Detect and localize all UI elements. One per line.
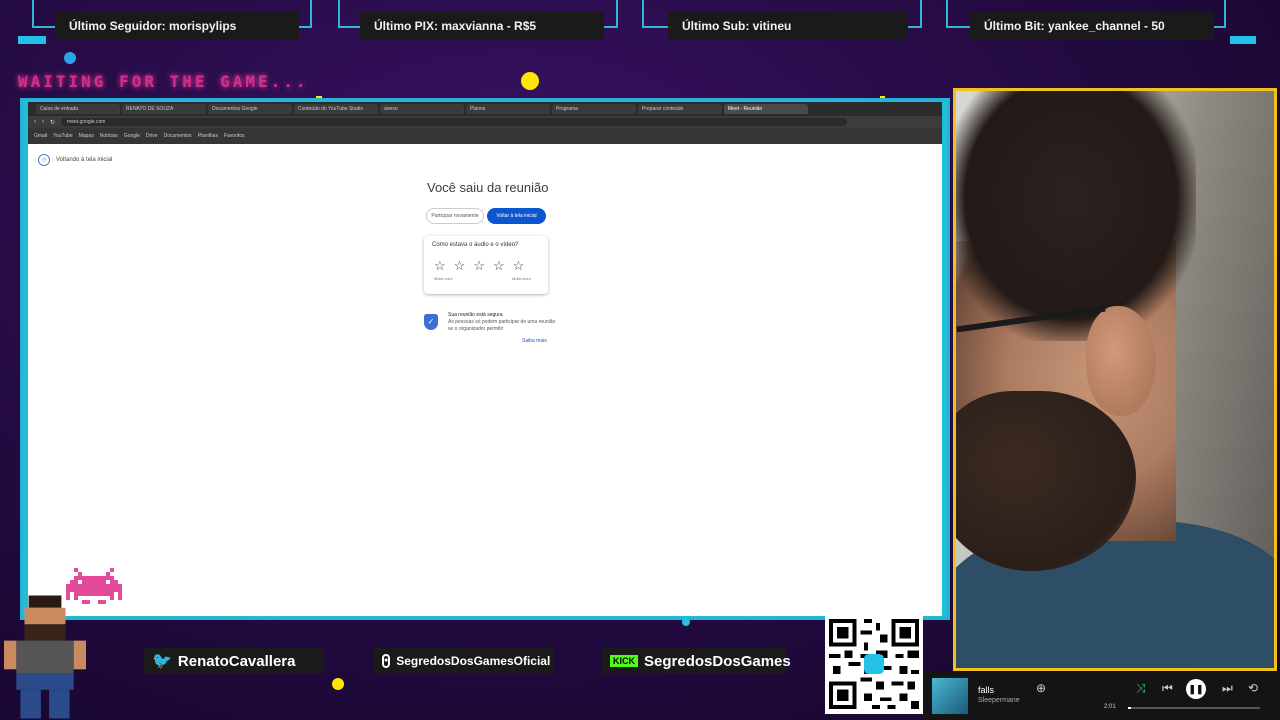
browser-tab[interactable]: anexo	[380, 104, 464, 114]
last-sub-panel: Último Sub: vitineu	[668, 12, 908, 40]
rating-low-label: Muito ruim	[434, 276, 453, 281]
play-pause-icon[interactable]: ❚❚	[1186, 679, 1206, 699]
reload-icon[interactable]: ↻	[50, 119, 55, 126]
bookmark-item[interactable]: Planilhas	[198, 133, 218, 139]
progress-fill	[1128, 707, 1131, 709]
last-bit-panel: Último Bit: yankee_channel - 50	[970, 12, 1214, 40]
album-cover	[932, 678, 968, 714]
star-icon[interactable]: ☆	[434, 258, 446, 274]
last-pix-text: Último PIX: maxvianna - R$5	[374, 19, 537, 33]
yellow-dot-deco	[332, 678, 344, 690]
next-icon[interactable]: ⏭	[1222, 681, 1233, 696]
instagram-panel: ● SegredosDosGamesOficial	[374, 648, 554, 674]
webcam-hair	[956, 91, 1196, 341]
progress-bar[interactable]	[1128, 707, 1260, 709]
star-icon[interactable]: ☆	[454, 258, 466, 274]
learn-more-link[interactable]: Saiba mais	[522, 338, 547, 344]
waiting-for-game-text: WAITING FOR THE GAME...	[18, 72, 309, 91]
bookmarks-bar: Gmail YouTube Mapas Notícias Google Driv…	[28, 128, 942, 144]
forward-icon[interactable]: ›	[42, 119, 44, 125]
browser-tab[interactable]: Preparar conteúdo	[638, 104, 722, 114]
browser-tab[interactable]: Planos	[466, 104, 550, 114]
bookmark-item[interactable]: Documentos	[164, 133, 192, 139]
previous-icon[interactable]: ⏮	[1162, 681, 1173, 696]
last-pix-panel: Último PIX: maxvianna - R$5	[360, 12, 604, 40]
browser-tab[interactable]: RENATO DE SOUZA	[122, 104, 206, 114]
bookmark-item[interactable]: Notícias	[100, 133, 118, 139]
elapsed-time: 2:01	[1104, 704, 1116, 710]
webcam-feed	[953, 88, 1277, 671]
music-player: falls Sleepermane ⊕ ⤨ ⏮ ❚❚ ⏭ ⟲ 2:01	[924, 672, 1280, 720]
browser-tab[interactable]: Conteúdo do YouTube Studio	[294, 104, 378, 114]
left-meeting-title: Você saiu da reunião	[427, 180, 549, 195]
instagram-handle: SegredosDosGamesOficial	[396, 654, 551, 668]
rating-high-label: Muito bom	[512, 276, 531, 281]
bookmark-item[interactable]: Favoritos	[224, 133, 245, 139]
cyan-deco	[1230, 36, 1256, 44]
livepix-qr-code[interactable]	[825, 614, 923, 714]
track-artist: Sleepermane	[978, 697, 1020, 704]
rating-question: Como estava o áudio e o vídeo?	[432, 242, 519, 248]
qr-url-label: livepix.gg/segredosdosgames	[826, 602, 919, 609]
address-bar[interactable]: meet.google.com	[61, 118, 848, 126]
bookmark-item[interactable]: YouTube	[53, 133, 73, 139]
twitter-handle: RenatoCavallera	[177, 652, 296, 670]
rating-stars: ☆ ☆ ☆ ☆ ☆	[434, 258, 524, 274]
return-home-button[interactable]: Voltar à tela inicial	[487, 208, 546, 224]
repeat-icon[interactable]: ⟲	[1248, 681, 1258, 695]
last-sub-text: Último Sub: vitineu	[682, 19, 792, 33]
browser-toolbar: ‹ › ↻ meet.google.com	[28, 116, 942, 128]
meet-countdown-icon: ◷	[38, 154, 50, 166]
star-icon[interactable]: ☆	[493, 258, 505, 274]
browser-tab[interactable]: Caixa de entrada	[36, 104, 120, 114]
meet-page: ◷ Voltando à tela inicial Você saiu da r…	[28, 144, 942, 616]
qr-code-image	[825, 615, 923, 713]
last-follower-panel: Último Seguidor: morispylips	[55, 12, 299, 40]
bookmark-item[interactable]: Mapas	[79, 133, 94, 139]
rejoin-button[interactable]: Participar novamente	[426, 208, 484, 224]
bookmark-item[interactable]: Drive	[146, 133, 158, 139]
blue-dot-deco	[64, 52, 76, 64]
shuffle-icon[interactable]: ⤨	[1136, 681, 1146, 696]
browser-tabstrip: Caixa de entrada RENATO DE SOUZA Documen…	[28, 102, 942, 116]
last-bit-text: Último Bit: yankee_channel - 50	[984, 19, 1165, 33]
pixel-character-sprite	[4, 595, 86, 719]
kick-handle: SegredosDosGames	[644, 652, 791, 670]
instagram-icon: ●	[382, 654, 391, 668]
back-icon[interactable]: ‹	[34, 119, 36, 125]
return-text: Voltando à tela inicial	[56, 157, 113, 163]
kick-panel: KICK SegredosDosGames	[602, 648, 791, 674]
browser-window: Caixa de entrada RENATO DE SOUZA Documen…	[28, 102, 942, 616]
star-icon[interactable]: ☆	[513, 258, 525, 274]
meet-header: ◷ Voltando à tela inicial	[38, 154, 112, 166]
security-body: As pessoas só podem participar de uma re…	[448, 319, 556, 332]
bookmark-item[interactable]: Gmail	[34, 133, 47, 139]
security-title: Sua reunião está segura	[448, 312, 503, 318]
webcam-ear	[1086, 306, 1156, 416]
cyan-dot-deco	[682, 618, 690, 626]
bookmark-item[interactable]: Google	[124, 133, 140, 139]
last-follower-text: Último Seguidor: morispylips	[69, 19, 237, 33]
browser-tab-active[interactable]: Meet - Reunião	[724, 104, 808, 114]
browser-tab[interactable]: Documentos Google	[208, 104, 292, 114]
kick-logo-icon: KICK	[610, 655, 638, 667]
twitter-panel: 🐦 RenatoCavallera	[144, 648, 324, 674]
twitter-bird-icon: 🐦	[152, 653, 172, 670]
star-icon[interactable]: ☆	[473, 258, 485, 274]
yellow-dot-deco	[521, 72, 539, 90]
cyan-deco	[18, 36, 46, 44]
browser-tab[interactable]: Programa	[552, 104, 636, 114]
add-to-library-icon[interactable]: ⊕	[1036, 681, 1046, 695]
track-title: falls	[978, 685, 995, 695]
rating-card: Como estava o áudio e o vídeo? ☆ ☆ ☆ ☆ ☆…	[424, 236, 548, 294]
shield-icon: ✓	[424, 314, 438, 330]
